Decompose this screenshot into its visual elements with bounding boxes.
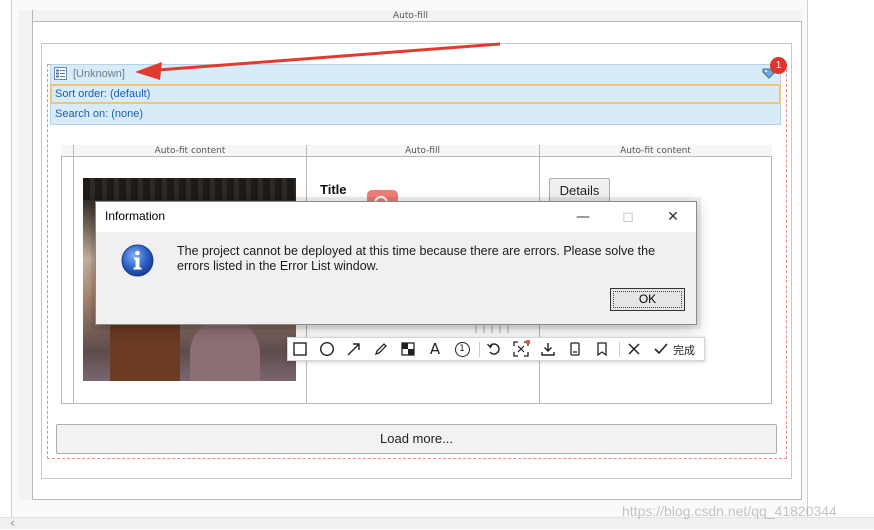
toolbar-separator: [479, 342, 480, 357]
dialog-message: The project cannot be deployed at this t…: [177, 244, 656, 273]
pin-icon[interactable]: [564, 339, 586, 359]
sort-order-label[interactable]: Sort order: (default): [55, 87, 150, 101]
column-header-2[interactable]: Auto-fill: [306, 145, 539, 157]
watermark: https://blog.csdn.net/qq_41820344: [622, 503, 837, 519]
info-icon: [121, 244, 154, 277]
list-icon: [54, 67, 67, 80]
text-tool-label: A: [429, 340, 441, 358]
dialog-title: Information: [105, 209, 166, 223]
close-button[interactable]: ✕: [651, 202, 695, 232]
number-marker-label: 1: [454, 341, 470, 357]
done-label[interactable]: 完成: [673, 342, 695, 358]
search-on-label[interactable]: Search on: (none): [55, 107, 143, 121]
column-header-3[interactable]: Auto-fit content: [539, 145, 772, 157]
download-icon[interactable]: [537, 339, 559, 359]
left-strip: [19, 10, 33, 500]
column-header-1[interactable]: Auto-fit content: [74, 145, 306, 157]
annotation-arrow: [135, 42, 501, 80]
ok-button[interactable]: OK: [610, 288, 685, 311]
arrow-icon[interactable]: [343, 339, 365, 359]
ocr-icon[interactable]: [510, 339, 532, 359]
autofill-label: Auto-fill: [393, 11, 428, 21]
undo-icon[interactable]: [483, 339, 505, 359]
item-title[interactable]: Title: [320, 182, 347, 197]
text-icon[interactable]: A: [424, 339, 446, 359]
image-detail: [83, 178, 296, 200]
confirm-icon[interactable]: [650, 339, 672, 359]
sort-order-row[interactable]: [50, 84, 781, 104]
number-marker-icon[interactable]: 1: [451, 339, 473, 359]
load-more-button[interactable]: Load more...: [56, 424, 777, 454]
maximize-button[interactable]: ◻: [606, 202, 650, 232]
minimize-button[interactable]: —: [561, 202, 605, 232]
search-on-row[interactable]: [50, 104, 781, 125]
list-source-label[interactable]: [Unknown]: [73, 67, 125, 81]
bookmark-icon[interactable]: [591, 339, 613, 359]
grid-left-strip: [61, 145, 74, 404]
ellipse-icon[interactable]: [316, 339, 338, 359]
pen-icon[interactable]: [370, 339, 392, 359]
error-count-badge: 1: [770, 57, 787, 74]
cancel-icon[interactable]: [623, 339, 645, 359]
toolbar-separator: [619, 342, 620, 357]
rectangle-icon[interactable]: [289, 339, 311, 359]
scroll-left-icon[interactable]: ‹: [10, 517, 15, 529]
mosaic-icon[interactable]: [397, 339, 419, 359]
image-detail: [190, 318, 260, 381]
